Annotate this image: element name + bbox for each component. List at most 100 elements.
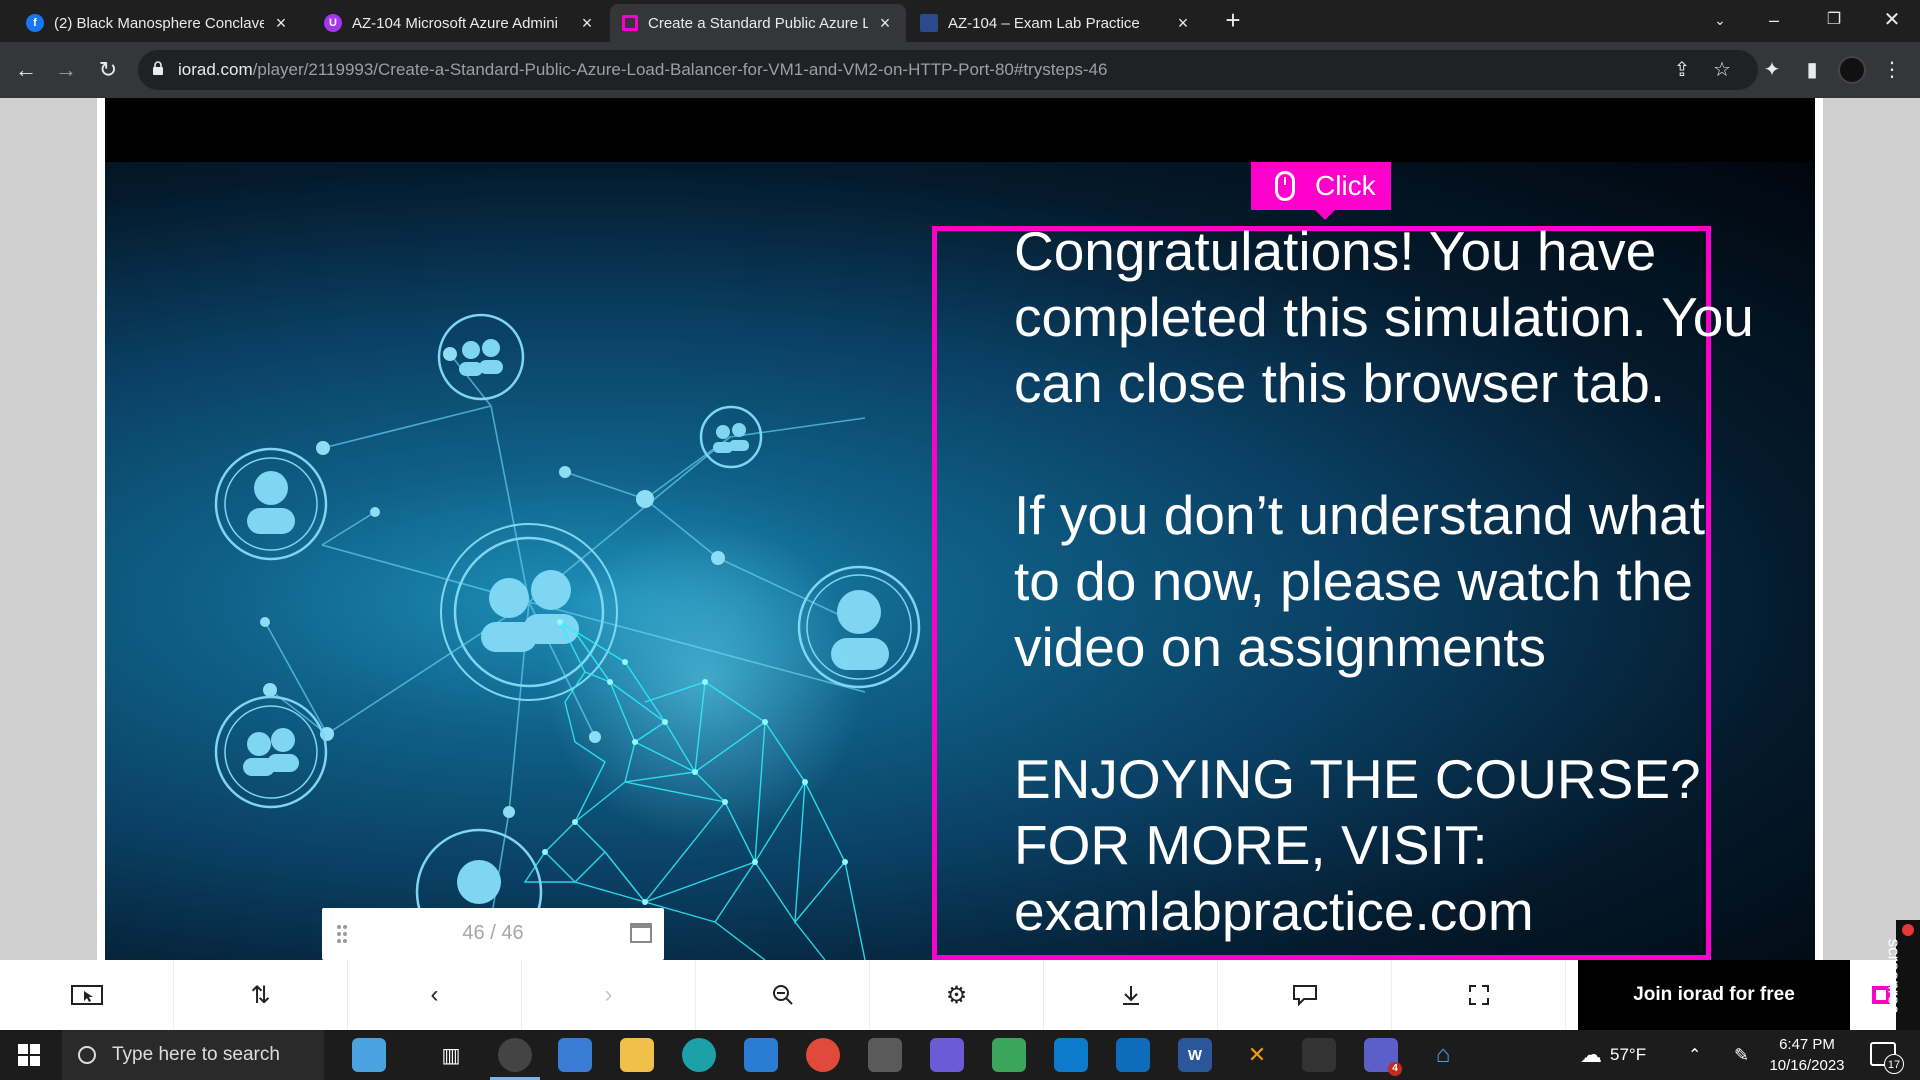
feedback-button[interactable] bbox=[1218, 960, 1392, 1030]
tab-search-icon[interactable]: ⌄ bbox=[1690, 0, 1750, 40]
restore-icon[interactable]: ❐ bbox=[1804, 0, 1864, 40]
click-hint-badge: Click bbox=[1251, 162, 1391, 220]
copilot-icon[interactable] bbox=[930, 1038, 964, 1072]
edge-icon[interactable] bbox=[682, 1038, 716, 1072]
iorad-icon bbox=[622, 15, 638, 31]
message-spacer bbox=[1014, 680, 1754, 746]
tab-label: AZ-104 Microsoft Azure Admini bbox=[352, 14, 558, 32]
new-tab-button[interactable]: + bbox=[1220, 7, 1246, 34]
tray-overflow-icon[interactable]: ⌃ bbox=[1688, 1030, 1701, 1080]
network-illustration bbox=[214, 313, 921, 960]
screenrec-widget[interactable]: screenrec bbox=[1884, 920, 1920, 1030]
close-icon[interactable]: × bbox=[876, 13, 894, 34]
message-line: can close this browser tab. bbox=[1014, 352, 1666, 414]
page-viewport: Click Congratulations! You have complete… bbox=[0, 98, 1920, 960]
reload-icon[interactable]: ↻ bbox=[92, 54, 124, 86]
url-path: /player/2119993/Create-a-Standard-Public… bbox=[252, 60, 1108, 79]
search-icon bbox=[78, 1046, 96, 1064]
next-step-button[interactable]: › bbox=[522, 960, 696, 1030]
zoom-out-button[interactable] bbox=[696, 960, 870, 1030]
browser-tab-strip: f (2) Black Manosphere Conclave | × U AZ… bbox=[0, 0, 1920, 42]
teams-icon[interactable]: 4 bbox=[1364, 1038, 1402, 1076]
fullscreen-button[interactable] bbox=[1392, 960, 1566, 1030]
switch-mode-button[interactable]: ⇅ bbox=[174, 960, 348, 1030]
clock-date: 10/16/2023 bbox=[1769, 1057, 1845, 1074]
previous-step-button[interactable]: ‹ bbox=[348, 960, 522, 1030]
weather-cloud-icon: ☁ bbox=[1580, 1042, 1602, 1067]
screenrec-label: screenrec bbox=[1884, 938, 1904, 1014]
tab-label: AZ-104 – Exam Lab Practice bbox=[948, 14, 1140, 32]
notification-count: 17 bbox=[1884, 1054, 1904, 1074]
vscode-icon[interactable] bbox=[1054, 1038, 1088, 1072]
close-icon[interactable]: × bbox=[1174, 13, 1192, 34]
close-icon[interactable]: × bbox=[272, 13, 290, 34]
address-bar[interactable]: iorad.com/player/2119993/Create-a-Standa… bbox=[138, 50, 1758, 90]
windows-taskbar: Type here to search ▥ W ✕ 4 ⌂ ☁ 57°F ⌃ ✎… bbox=[0, 1030, 1920, 1080]
side-panel-icon[interactable]: ▮ bbox=[1796, 54, 1828, 86]
taskbar-search-box[interactable]: Type here to search bbox=[62, 1030, 324, 1080]
file-explorer-widget-icon[interactable] bbox=[352, 1038, 386, 1072]
teams-badge: 4 bbox=[1388, 1062, 1402, 1076]
settings-button[interactable]: ⚙ bbox=[870, 960, 1044, 1030]
extensions-icon[interactable]: ✦ bbox=[1756, 54, 1788, 86]
xampp-icon[interactable]: ✕ bbox=[1240, 1038, 1274, 1072]
calculator-icon[interactable] bbox=[868, 1038, 902, 1072]
word-icon[interactable]: W bbox=[1178, 1038, 1212, 1072]
weather-widget[interactable]: ☁ 57°F bbox=[1580, 1030, 1646, 1080]
message-line: If you don’t understand what bbox=[1014, 484, 1706, 546]
pen-icon[interactable]: ✎ bbox=[1734, 1030, 1749, 1080]
windows-start-icon[interactable] bbox=[18, 1044, 40, 1066]
tab-facebook[interactable]: f (2) Black Manosphere Conclave | × bbox=[14, 4, 302, 42]
comment-icon bbox=[1292, 985, 1317, 1007]
url-host: iorad.com bbox=[178, 60, 253, 79]
outlook-icon[interactable] bbox=[1116, 1038, 1150, 1072]
lock-icon bbox=[153, 61, 163, 75]
expand-panel-icon[interactable] bbox=[630, 923, 652, 943]
remote-desktop-icon[interactable]: ⌂ bbox=[1426, 1038, 1460, 1072]
examlab-icon bbox=[920, 14, 938, 32]
mode-select-button[interactable] bbox=[0, 960, 174, 1030]
chevron-right-icon: › bbox=[604, 981, 613, 1008]
tab-iorad[interactable]: Create a Standard Public Azure L × bbox=[610, 4, 906, 42]
menu-kebab-icon[interactable]: ⋮ bbox=[1876, 54, 1908, 86]
task-view-icon[interactable]: ▥ bbox=[434, 1038, 468, 1072]
join-iorad-button[interactable]: Join iorad for free bbox=[1578, 960, 1850, 1030]
udemy-icon: U bbox=[324, 14, 342, 32]
gear-icon: ⚙ bbox=[945, 981, 968, 1009]
forward-arrow-icon[interactable]: → bbox=[50, 54, 82, 86]
window-close-icon[interactable]: ✕ bbox=[1862, 0, 1920, 40]
chevron-left-icon: ‹ bbox=[430, 981, 439, 1008]
minimize-icon[interactable]: – bbox=[1744, 0, 1804, 40]
microsoft-store-icon[interactable] bbox=[558, 1038, 592, 1072]
clock-time: 6:47 PM bbox=[1779, 1036, 1835, 1053]
folder-icon[interactable] bbox=[620, 1038, 654, 1072]
message-line: Congratulations! You have bbox=[1014, 220, 1657, 282]
taskbar-clock[interactable]: 6:47 PM 10/16/2023 bbox=[1762, 1034, 1852, 1076]
mail-icon[interactable] bbox=[744, 1038, 778, 1072]
download-button[interactable] bbox=[1044, 960, 1218, 1030]
weather-temp: 57°F bbox=[1610, 1045, 1647, 1064]
swap-icon: ⇅ bbox=[250, 981, 271, 1009]
share-icon[interactable]: ⇪ bbox=[1666, 54, 1698, 86]
tab-udemy[interactable]: U AZ-104 Microsoft Azure Admini × bbox=[312, 4, 608, 42]
message-line: video on assignments bbox=[1014, 616, 1546, 678]
git-icon[interactable] bbox=[992, 1038, 1026, 1072]
message-line: FOR MORE, VISIT: bbox=[1014, 814, 1488, 876]
chrome-icon[interactable] bbox=[806, 1038, 840, 1072]
search-placeholder: Type here to search bbox=[112, 1044, 280, 1065]
fullscreen-icon bbox=[1468, 985, 1489, 1005]
chrome-active-icon[interactable] bbox=[490, 1038, 540, 1080]
step-counter[interactable]: 46 / 46 bbox=[322, 908, 664, 960]
back-arrow-icon[interactable]: ← bbox=[10, 54, 42, 86]
facebook-icon: f bbox=[26, 14, 44, 32]
message-line: examlabpractice.com bbox=[1014, 880, 1534, 942]
tab-examlab[interactable]: AZ-104 – Exam Lab Practice × bbox=[908, 4, 1204, 42]
bookmark-star-icon[interactable]: ☆ bbox=[1706, 54, 1738, 86]
record-dot-icon bbox=[1902, 924, 1914, 936]
close-icon[interactable]: × bbox=[578, 13, 596, 34]
frame-border bbox=[1815, 98, 1823, 960]
profile-avatar[interactable] bbox=[1838, 56, 1866, 84]
clipboard-app-icon[interactable] bbox=[1302, 1038, 1336, 1072]
notification-center-icon[interactable]: 17 bbox=[1870, 1042, 1904, 1074]
download-icon bbox=[1122, 986, 1139, 1005]
